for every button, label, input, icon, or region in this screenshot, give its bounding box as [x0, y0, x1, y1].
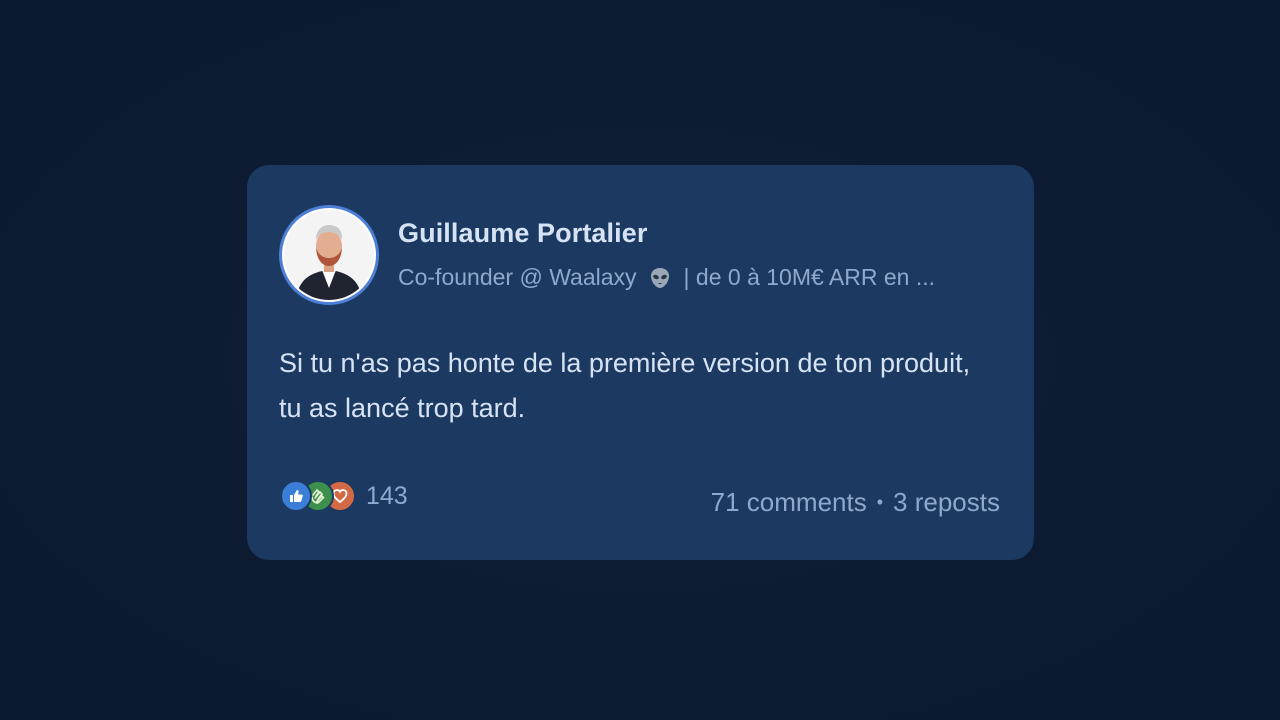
reactions-summary[interactable]: 143 [280, 479, 408, 513]
engagement-stats: 71 comments • 3 reposts [711, 487, 1000, 518]
comments-count[interactable]: 71 comments [711, 487, 867, 517]
author-photo [282, 208, 376, 302]
post-text: Si tu n'as pas honte de la première vers… [279, 348, 971, 423]
avatar[interactable] [279, 205, 379, 305]
like-icon [280, 480, 312, 512]
headline-start: Co-founder @ Waalaxy [398, 264, 637, 290]
page-background: Guillaume Portalier Co-founder @ Waalaxy… [0, 0, 1280, 720]
post-card: Guillaume Portalier Co-founder @ Waalaxy… [247, 165, 1034, 560]
headline-end: | de 0 à 10M€ ARR en ... [683, 264, 935, 290]
reaction-count: 143 [366, 481, 408, 510]
author-headline: Co-founder @ Waalaxy | de 0 à 10M€ ARR e… [398, 264, 935, 291]
separator-dot: • [876, 492, 884, 512]
alien-emoji-icon [648, 266, 672, 290]
reposts-count[interactable]: 3 reposts [893, 487, 1000, 517]
author-name[interactable]: Guillaume Portalier [398, 218, 647, 249]
